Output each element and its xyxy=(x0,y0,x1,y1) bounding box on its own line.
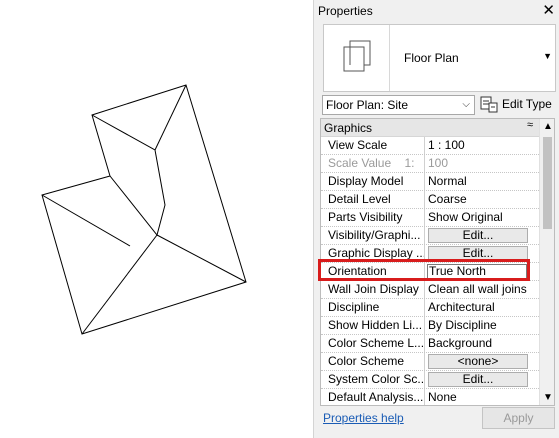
properties-help-link[interactable]: Properties help xyxy=(323,411,404,425)
property-row[interactable]: Detail Level Coarse xyxy=(321,191,539,209)
property-row[interactable]: System Color Sc... Edit... xyxy=(321,371,539,389)
property-row[interactable]: Display Model Normal xyxy=(321,173,539,191)
property-row[interactable]: Discipline Architectural xyxy=(321,299,539,317)
property-value-cell: <none> xyxy=(426,353,539,370)
chevron-down-icon: ⌵ xyxy=(462,99,470,110)
close-icon[interactable]: ✕ xyxy=(542,1,555,19)
group-label: Graphics xyxy=(324,121,373,135)
property-row[interactable]: Color Scheme <none> xyxy=(321,353,539,371)
drawing-canvas[interactable] xyxy=(0,0,313,438)
ridge-line-2 xyxy=(156,234,247,283)
properties-panel: Properties ✕ Floor Plan ▼ Floor Plan: Si… xyxy=(313,0,559,438)
collapse-icon[interactable]: ≈ xyxy=(527,119,533,131)
ridge-line-3 xyxy=(81,234,158,335)
instance-selector-value: Floor Plan: Site xyxy=(326,98,409,112)
scroll-up-icon[interactable]: ▲ xyxy=(543,121,553,132)
system-color-scheme-edit-button[interactable]: Edit... xyxy=(428,372,528,387)
property-value-cell: Edit... xyxy=(426,371,539,388)
property-name: Color Scheme xyxy=(321,353,425,370)
property-name: Color Scheme L... xyxy=(321,335,425,352)
group-header-graphics[interactable]: Graphics ≈ xyxy=(321,119,539,137)
inner-ridge xyxy=(91,114,166,237)
property-name: Show Hidden Li... xyxy=(321,317,425,334)
property-value[interactable]: Show Original xyxy=(426,209,539,226)
property-row[interactable]: Wall Join Display Clean all wall joins xyxy=(321,281,539,299)
instance-selector[interactable]: Floor Plan: Site ⌵ xyxy=(322,95,475,115)
visibility-graphics-edit-button[interactable]: Edit... xyxy=(428,228,528,243)
property-value[interactable]: Coarse xyxy=(426,191,539,208)
property-name: Wall Join Display xyxy=(321,281,425,298)
property-value[interactable]: Architectural xyxy=(426,299,539,316)
property-row[interactable]: Show Hidden Li... By Discipline xyxy=(321,317,539,335)
property-value[interactable]: Normal xyxy=(426,173,539,190)
scrollbar-thumb[interactable] xyxy=(543,137,552,229)
properties-scrollbar[interactable]: ▲ ▼ xyxy=(539,119,554,405)
property-name: System Color Sc... xyxy=(321,371,425,388)
property-name: Parts Visibility xyxy=(321,209,425,226)
type-name: Floor Plan xyxy=(404,51,459,65)
property-value[interactable]: Clean all wall joins xyxy=(426,281,539,298)
property-row[interactable]: Parts Visibility Show Original xyxy=(321,209,539,227)
property-value: 100 xyxy=(428,156,449,170)
property-row[interactable]: View Scale 1 : 100 xyxy=(321,137,539,155)
ridge-line-4 xyxy=(41,194,131,247)
property-name: Discipline xyxy=(321,299,425,316)
property-name: Visibility/Graphi... xyxy=(321,227,425,244)
floor-plan-icon xyxy=(324,25,390,91)
property-name: Default Analysis... xyxy=(321,389,425,405)
site-plan-drawing xyxy=(41,84,247,335)
property-row[interactable]: Color Scheme L... Background xyxy=(321,335,539,353)
property-row[interactable]: Default Analysis... None xyxy=(321,389,539,405)
orientation-highlight-box xyxy=(318,259,530,281)
property-value-cell: Edit... xyxy=(426,227,539,244)
property-row[interactable]: Visibility/Graphi... Edit... xyxy=(321,227,539,245)
ridge-line-1 xyxy=(154,84,187,151)
scroll-down-icon[interactable]: ▼ xyxy=(543,392,553,403)
dropdown-arrow-icon[interactable]: ▼ xyxy=(543,51,552,61)
property-value[interactable]: By Discipline xyxy=(426,317,539,334)
edit-type-label: Edit Type xyxy=(502,97,552,111)
site-outline xyxy=(41,84,247,335)
type-selector[interactable]: Floor Plan ▼ xyxy=(323,24,556,92)
property-name: Scale Value 1: xyxy=(321,155,425,172)
property-value[interactable]: Background xyxy=(426,335,539,352)
panel-title: Properties xyxy=(318,4,373,18)
property-name: Detail Level xyxy=(321,191,425,208)
property-name: Display Model xyxy=(321,173,425,190)
apply-button[interactable]: Apply xyxy=(482,407,555,429)
property-value[interactable]: 1 : 100 xyxy=(426,137,539,154)
property-name: View Scale xyxy=(321,137,425,154)
edit-type-icon xyxy=(480,96,498,116)
color-scheme-button[interactable]: <none> xyxy=(428,354,528,369)
property-row: Scale Value 1: 100 xyxy=(321,155,539,173)
property-value[interactable]: None xyxy=(426,389,539,405)
